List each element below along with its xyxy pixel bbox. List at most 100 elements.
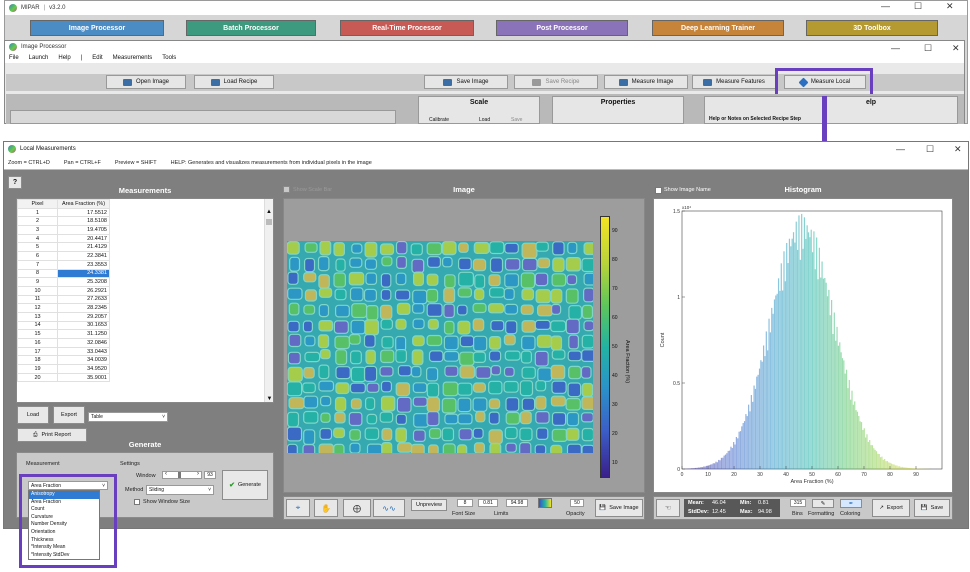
local-maximize-icon[interactable]: ☐ [926, 144, 934, 155]
image-save-button[interactable]: 💾 Save Image [595, 499, 643, 517]
area-fraction-cell[interactable]: 22.3841 [57, 251, 110, 261]
area-fraction-heatmap[interactable] [287, 241, 593, 453]
slider-increase-icon[interactable]: › [197, 471, 199, 477]
pixel-cell[interactable]: 16 [17, 338, 58, 348]
module-realtime-processor[interactable]: Real-Time Processor [340, 20, 474, 36]
table-row[interactable]: 14 30.1653 [17, 320, 110, 331]
pixel-cell[interactable]: 8 [17, 268, 58, 279]
menu-help[interactable]: Help [58, 55, 70, 61]
table-row[interactable]: 19 34.9520 [17, 364, 110, 374]
module-3d-toolbox[interactable]: 3D Toolbox [806, 20, 938, 36]
unpreview-button[interactable]: Unpreview [411, 499, 447, 511]
pixel-cell[interactable]: 1 [17, 207, 58, 218]
histogram-chart[interactable]: 0 10 20 30 40 50 60 70 80 90 1.5 1 0.5 0 x10⁴ Count Area… [654, 199, 954, 494]
histogram-tool-button[interactable]: ☜ [656, 499, 680, 517]
area-fraction-cell[interactable]: 32.0846 [57, 338, 110, 348]
area-fraction-cell[interactable]: 30.1653 [57, 320, 110, 331]
menu-measurements[interactable]: Measurements [113, 55, 153, 61]
table-row[interactable]: 6 22.3841 [17, 251, 110, 261]
coloring-button[interactable]: ✒ [840, 499, 862, 508]
scroll-down-icon[interactable]: ▼ [265, 396, 273, 402]
pixel-cell[interactable]: 18 [17, 355, 58, 366]
menu-tools[interactable]: Tools [162, 55, 176, 61]
area-fraction-cell[interactable]: 31.1250 [57, 329, 110, 339]
ip-maximize-icon[interactable]: ☐ [924, 43, 932, 54]
pixel-cell[interactable]: 15 [17, 329, 58, 339]
table-row[interactable]: 2 18.5108 [17, 216, 110, 227]
table-row[interactable]: 8 24.3381 [17, 268, 110, 279]
menu-launch[interactable]: Launch [29, 55, 49, 61]
minimize-icon[interactable]: — [881, 1, 890, 11]
bins-field[interactable]: 315 [790, 499, 806, 507]
maximize-icon[interactable]: ☐ [914, 1, 922, 12]
pixel-cell[interactable]: 3 [17, 225, 58, 235]
table-row[interactable]: 18 34.0039 [17, 355, 110, 366]
module-batch-processor[interactable]: Batch Processor [186, 20, 316, 36]
measure-image-button[interactable]: Measure Image [604, 75, 688, 89]
table-row[interactable]: 7 23.3553 [17, 259, 110, 270]
font-size-field[interactable]: 8 [457, 499, 473, 507]
open-image-button[interactable]: Open Image [106, 75, 186, 89]
local-close-icon[interactable]: ✕ [954, 144, 962, 155]
histogram-export-button[interactable]: ↗ Export [872, 499, 910, 517]
area-fraction-cell[interactable]: 18.5108 [57, 216, 110, 227]
module-image-processor[interactable]: Image Processor [30, 20, 164, 36]
scale-load-button[interactable]: Load [479, 117, 490, 123]
pixel-cell[interactable]: 2 [17, 216, 58, 227]
formatting-button[interactable]: ✎ [812, 499, 834, 508]
measure-features-button[interactable]: Measure Features [692, 75, 776, 89]
table-row[interactable]: 11 27.2633 [17, 294, 110, 305]
pixel-cell[interactable]: 20 [17, 372, 58, 383]
table-row[interactable]: 13 29.2057 [17, 311, 110, 322]
table-row[interactable]: 17 33.0443 [17, 346, 110, 357]
area-fraction-cell[interactable]: 26.2921 [57, 285, 110, 296]
limit-max-field[interactable]: 94.98 [506, 499, 528, 507]
scrollbar-thumb[interactable] [266, 219, 272, 225]
area-fraction-cell[interactable]: 17.5512 [57, 207, 110, 218]
column-header-pixel[interactable]: Pixel [17, 199, 58, 209]
table-row[interactable]: 10 26.2921 [17, 285, 110, 296]
pixel-cell[interactable]: 14 [17, 320, 58, 331]
zoom-tool-button[interactable]: ⌖ [286, 499, 310, 517]
show-window-size-checkbox[interactable] [134, 499, 140, 505]
pixel-cell[interactable]: 7 [17, 259, 58, 270]
menu-edit[interactable]: Edit [92, 55, 102, 61]
area-fraction-cell[interactable]: 28.2345 [57, 303, 110, 313]
table-row[interactable]: 20 35.9001 [17, 372, 110, 383]
local-minimize-icon[interactable]: — [896, 144, 905, 154]
area-fraction-cell[interactable]: 24.3381 [57, 268, 110, 279]
column-header-area-fraction[interactable]: Area Fraction (%) [57, 199, 110, 209]
pixel-cell[interactable]: 10 [17, 285, 58, 296]
export-format-select[interactable]: Table ˅ [88, 412, 168, 422]
method-select[interactable]: Sliding ˅ [146, 485, 214, 495]
area-fraction-cell[interactable]: 34.0039 [57, 355, 110, 366]
pixel-cell[interactable]: 17 [17, 346, 58, 357]
area-fraction-cell[interactable]: 34.9520 [57, 364, 110, 374]
calibrate-button[interactable]: Calibrate [429, 117, 449, 123]
pixel-cell[interactable]: 19 [17, 364, 58, 374]
table-row[interactable]: 12 28.2345 [17, 303, 110, 313]
table-row[interactable]: 3 19.4705 [17, 225, 110, 235]
load-button[interactable]: Load [17, 406, 49, 424]
area-fraction-cell[interactable]: 19.4705 [57, 225, 110, 235]
ip-close-icon[interactable]: ✕ [952, 43, 960, 54]
pan-tool-button[interactable]: ✋ [314, 499, 338, 517]
pixel-cell[interactable]: 9 [17, 277, 58, 287]
area-fraction-cell[interactable]: 27.2633 [57, 294, 110, 305]
table-row[interactable]: 1 17.5512 [17, 207, 110, 218]
wave-tool-button[interactable]: ∿∿ [373, 499, 405, 517]
table-row[interactable]: 15 31.1250 [17, 329, 110, 339]
export-button[interactable]: Export [53, 406, 85, 424]
pixel-cell[interactable]: 4 [17, 233, 58, 244]
area-fraction-cell[interactable]: 29.2057 [57, 311, 110, 322]
save-image-button[interactable]: Save Image [424, 75, 508, 89]
window-value-field[interactable]: 93 [204, 471, 216, 479]
area-fraction-cell[interactable]: 35.9001 [57, 372, 110, 383]
table-scrollbar[interactable]: ▲ ▼ [264, 199, 273, 402]
limit-min-field[interactable]: 0.81 [478, 499, 498, 507]
menu-file[interactable]: File [9, 55, 19, 61]
generate-button[interactable]: ✔ Generate [222, 470, 268, 500]
scale-save-button[interactable]: Save [511, 117, 522, 123]
window-slider[interactable]: ‹ › [162, 471, 202, 479]
table-row[interactable]: 16 32.0846 [17, 338, 110, 348]
